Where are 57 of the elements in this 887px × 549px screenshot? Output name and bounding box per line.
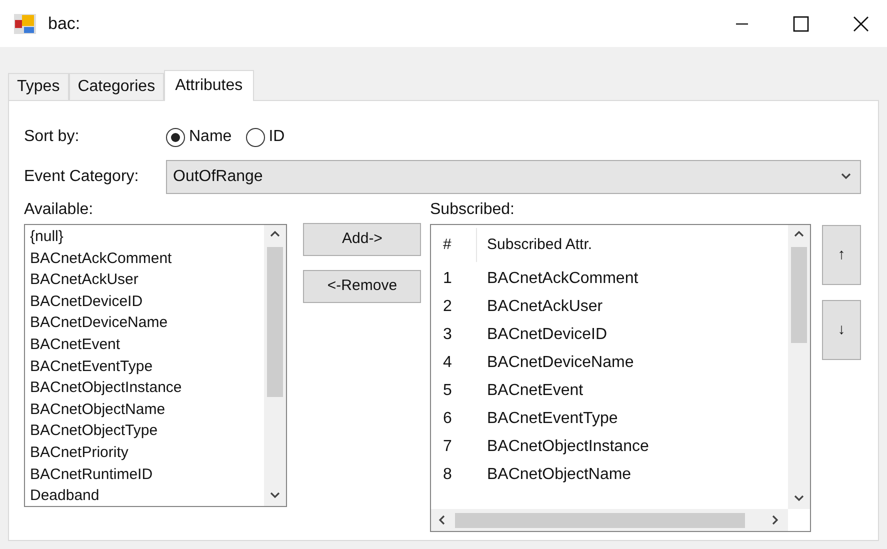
tab[interactable]: Categories [68,73,164,100]
scroll-thumb[interactable] [267,247,284,397]
scroll-thumb[interactable] [791,247,807,343]
list-item[interactable]: BACnetAckUser [30,269,264,291]
add-button[interactable]: Add-> [303,223,421,256]
close-icon[interactable] [853,16,869,32]
vertical-scrollbar[interactable] [788,225,810,509]
list-item[interactable]: BACnetObjectType [30,420,264,442]
available-label: Available: [24,200,94,220]
list-item[interactable]: BACnetObjectInstance [30,377,264,399]
vertical-scrollbar[interactable] [264,225,286,506]
table-cell-text: 1 [442,269,453,289]
remove-button[interactable]: <-Remove [303,270,421,303]
list-item[interactable]: BACnetPriority [30,442,264,464]
table-cell-text: 7 [442,437,453,457]
tab[interactable]: Attributes [164,70,254,101]
table-cell-text: BACnetObjectName [486,465,632,485]
event-category-dropdown[interactable]: OutOfRange [166,160,861,194]
move-down-button[interactable]: ↓ [822,300,861,360]
tab[interactable]: Types [8,73,69,100]
table-cell-text: BACnetDeviceName [486,353,634,373]
list-item[interactable]: {null} [30,226,264,248]
event-category-label: Event Category: [24,167,140,187]
list-item[interactable]: BACnetEventType [30,356,264,378]
table-cell-text: 2 [442,297,453,317]
subscribed-label: Subscribed: [430,200,516,220]
table-cell-text: 4 [442,353,453,373]
horizontal-scrollbar[interactable] [431,509,788,531]
list-item[interactable]: BACnetAckComment [30,248,264,270]
table-cell-text: 8 [442,465,453,485]
list-item[interactable]: Deadband [30,485,264,506]
sort-by-label: Sort by: [24,127,80,147]
scroll-thumb[interactable] [455,512,745,528]
table-cell-text: BACnetAckUser [486,297,603,317]
radio-button[interactable]: ID [246,125,285,149]
table-cell-text: BACnetEventType [486,409,618,429]
table-cell-text: 6 [442,409,453,429]
list-item[interactable]: BACnetEvent [30,334,264,356]
table-cell-text: BACnetEvent [486,381,584,401]
subscribed-table[interactable]: # Subscribed Attr. 1 BACnetAckComment 2 BACnetAckUser 3 BACnetDeviceID 4 BACnetDeviceName 5 BACnetEvent 6 BACnetEventType 7 BACnetObjectInstance 8 BACnetObjectName [430,224,811,532]
app-icon [14,14,36,34]
table-cell-text: BACnetAckComment [486,269,638,289]
column-header[interactable]: Subscribed Attr. [477,234,592,256]
window-title: bac: [48,12,80,35]
table-cell-text: 3 [442,325,453,345]
available-list[interactable]: {null} BACnetAckComment BACnetAckUser BACnetDeviceID BACnetDeviceName BACnetEvent BACnetEventType BACnetObjectInstance BACnetObjectName BACnetObjectType BACnetPriority BACnetRuntimeID Deadband [24,224,288,507]
list-item[interactable]: BACnetDeviceID [30,290,264,312]
list-item[interactable]: BACnetDeviceName [30,312,264,334]
table-cell-text: BACnetDeviceID [486,325,608,345]
maximize-icon[interactable] [793,16,809,32]
move-up-button[interactable]: ↑ [822,225,861,285]
column-header[interactable]: # [431,228,477,262]
list-item[interactable]: BACnetRuntimeID [30,464,264,486]
table-cell-text: 5 [442,381,453,401]
radio-button[interactable]: Name [166,125,232,149]
list-item[interactable]: BACnetObjectName [30,398,264,420]
table-cell-text: BACnetObjectInstance [486,437,649,457]
